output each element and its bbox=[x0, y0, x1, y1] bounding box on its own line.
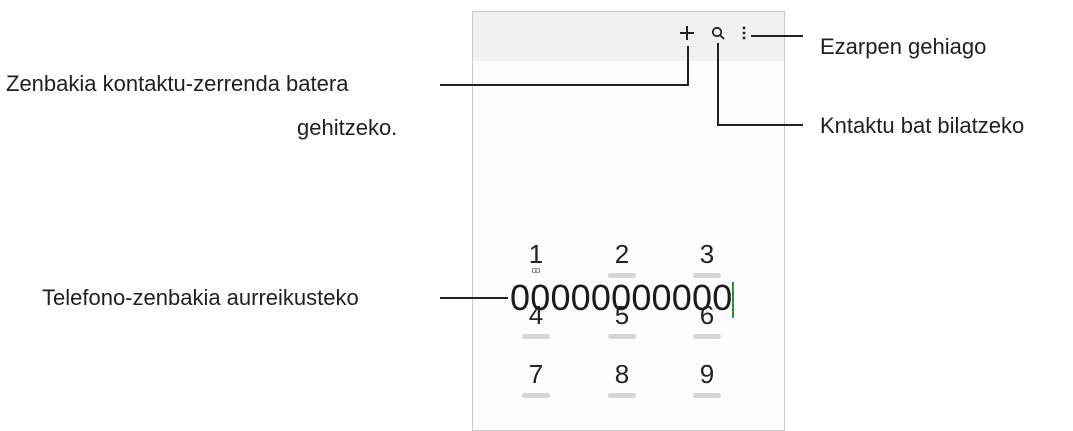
key-digit: 8 bbox=[614, 359, 630, 389]
key-underline bbox=[693, 334, 721, 339]
more-options-leader-line bbox=[751, 35, 803, 37]
key-digit: 6 bbox=[699, 300, 715, 330]
app-top-bar bbox=[473, 12, 784, 61]
keypad-key-7[interactable]: 7 bbox=[511, 360, 561, 400]
more-options-callout: Ezarpen gehiago bbox=[820, 34, 987, 59]
search-leader-line-vertical bbox=[717, 43, 719, 126]
key-underline bbox=[608, 334, 636, 339]
key-underline bbox=[608, 393, 636, 398]
key-underline bbox=[693, 393, 721, 398]
key-digit: 7 bbox=[528, 359, 544, 389]
add-contact-callout-line1: Zenbakia kontaktu-zerrenda batera bbox=[6, 71, 349, 96]
key-digit: 4 bbox=[528, 300, 544, 330]
key-underline bbox=[522, 393, 550, 398]
key-digit: 5 bbox=[614, 300, 630, 330]
key-underline bbox=[608, 273, 636, 278]
voicemail-icon: ꝏ bbox=[531, 265, 541, 275]
keypad-key-1[interactable]: 1 ꝏ bbox=[511, 240, 561, 280]
key-digit: 9 bbox=[699, 359, 715, 389]
key-underline bbox=[693, 273, 721, 278]
keypad-key-8[interactable]: 8 bbox=[597, 360, 647, 400]
add-contact-leader-line-vertical bbox=[687, 46, 689, 86]
keypad-key-6[interactable]: 6 bbox=[682, 301, 732, 341]
preview-leader-line bbox=[440, 297, 508, 299]
key-digit: 3 bbox=[699, 239, 715, 269]
more-options-icon[interactable] bbox=[741, 26, 747, 40]
search-icon[interactable] bbox=[711, 26, 725, 40]
plus-icon[interactable] bbox=[679, 25, 695, 41]
key-digit: 1 bbox=[528, 239, 544, 269]
text-cursor bbox=[732, 282, 734, 318]
search-leader-line bbox=[717, 124, 803, 126]
search-callout: Kntaktu bat bilatzeko bbox=[820, 113, 1025, 138]
keypad-key-2[interactable]: 2 bbox=[597, 240, 647, 280]
keypad-key-9[interactable]: 9 bbox=[682, 360, 732, 400]
keypad-key-4[interactable]: 4 bbox=[511, 301, 561, 341]
key-digit: 2 bbox=[614, 239, 630, 269]
add-contact-callout-line2: gehitzeko. bbox=[297, 115, 398, 140]
keypad-key-5[interactable]: 5 bbox=[597, 301, 647, 341]
preview-callout: Telefono-zenbakia aurreikusteko bbox=[42, 285, 359, 310]
keypad-key-3[interactable]: 3 bbox=[682, 240, 732, 280]
key-underline bbox=[522, 334, 550, 339]
add-contact-leader-line bbox=[440, 84, 689, 86]
